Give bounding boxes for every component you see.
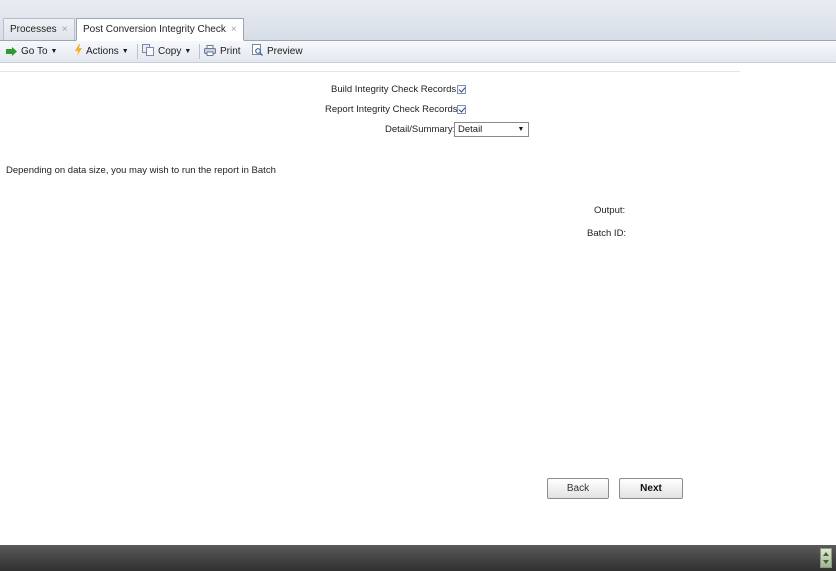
preview-button[interactable]: Preview bbox=[252, 41, 303, 62]
batch-id-label: Batch ID: bbox=[587, 228, 627, 239]
actions-button[interactable]: Actions ▼ bbox=[75, 41, 129, 62]
toolbar-divider bbox=[137, 44, 138, 59]
tab-post-conversion-integrity-check[interactable]: Post Conversion Integrity Check × bbox=[76, 18, 244, 41]
content-divider bbox=[0, 71, 740, 72]
preview-icon bbox=[252, 44, 263, 56]
scroll-arrows-icon[interactable] bbox=[820, 548, 832, 568]
close-icon[interactable]: × bbox=[62, 24, 68, 35]
detail-summary-value: Detail bbox=[458, 124, 483, 135]
chevron-down-icon: ▼ bbox=[184, 48, 192, 55]
preview-label: Preview bbox=[267, 46, 303, 57]
chevron-down-icon: ▼ bbox=[121, 48, 129, 55]
tab-integrity-check-label: Post Conversion Integrity Check bbox=[83, 24, 226, 35]
printer-icon bbox=[204, 45, 216, 56]
copy-icon bbox=[142, 44, 154, 56]
lightning-icon bbox=[75, 44, 82, 56]
build-integrity-checkbox[interactable] bbox=[457, 85, 466, 94]
status-bar bbox=[0, 545, 836, 571]
print-button[interactable]: Print bbox=[204, 41, 241, 62]
chevron-down-icon: ▼ bbox=[50, 48, 58, 55]
next-button[interactable]: Next bbox=[619, 478, 683, 499]
tab-processes-label: Processes bbox=[10, 24, 57, 35]
goto-label: Go To bbox=[21, 46, 48, 57]
detail-summary-label: Detail/Summary: bbox=[385, 124, 456, 135]
close-icon[interactable]: × bbox=[231, 24, 237, 35]
detail-summary-select[interactable]: Detail ▼ bbox=[454, 122, 529, 137]
back-button[interactable]: Back bbox=[547, 478, 609, 499]
goto-button[interactable]: Go To ▼ bbox=[6, 41, 57, 62]
toolbar: Go To ▼ Actions ▼ Copy ▼ Print Preview bbox=[0, 41, 836, 63]
build-integrity-label: Build Integrity Check Records: bbox=[331, 84, 459, 95]
chevron-down-icon[interactable]: ▼ bbox=[514, 123, 528, 136]
tab-strip: Processes × Post Conversion Integrity Che… bbox=[0, 0, 836, 41]
copy-label: Copy bbox=[158, 46, 182, 57]
print-label: Print bbox=[220, 46, 241, 57]
report-integrity-label: Report Integrity Check Records: bbox=[325, 104, 461, 115]
toolbar-divider bbox=[199, 44, 200, 59]
tab-processes[interactable]: Processes × bbox=[3, 18, 75, 40]
report-integrity-checkbox[interactable] bbox=[457, 105, 466, 114]
output-label: Output: bbox=[594, 205, 626, 216]
copy-button[interactable]: Copy ▼ bbox=[142, 41, 191, 62]
goto-arrow-icon bbox=[6, 47, 17, 56]
batch-note: Depending on data size, you may wish to … bbox=[6, 165, 276, 176]
actions-label: Actions bbox=[86, 46, 119, 57]
